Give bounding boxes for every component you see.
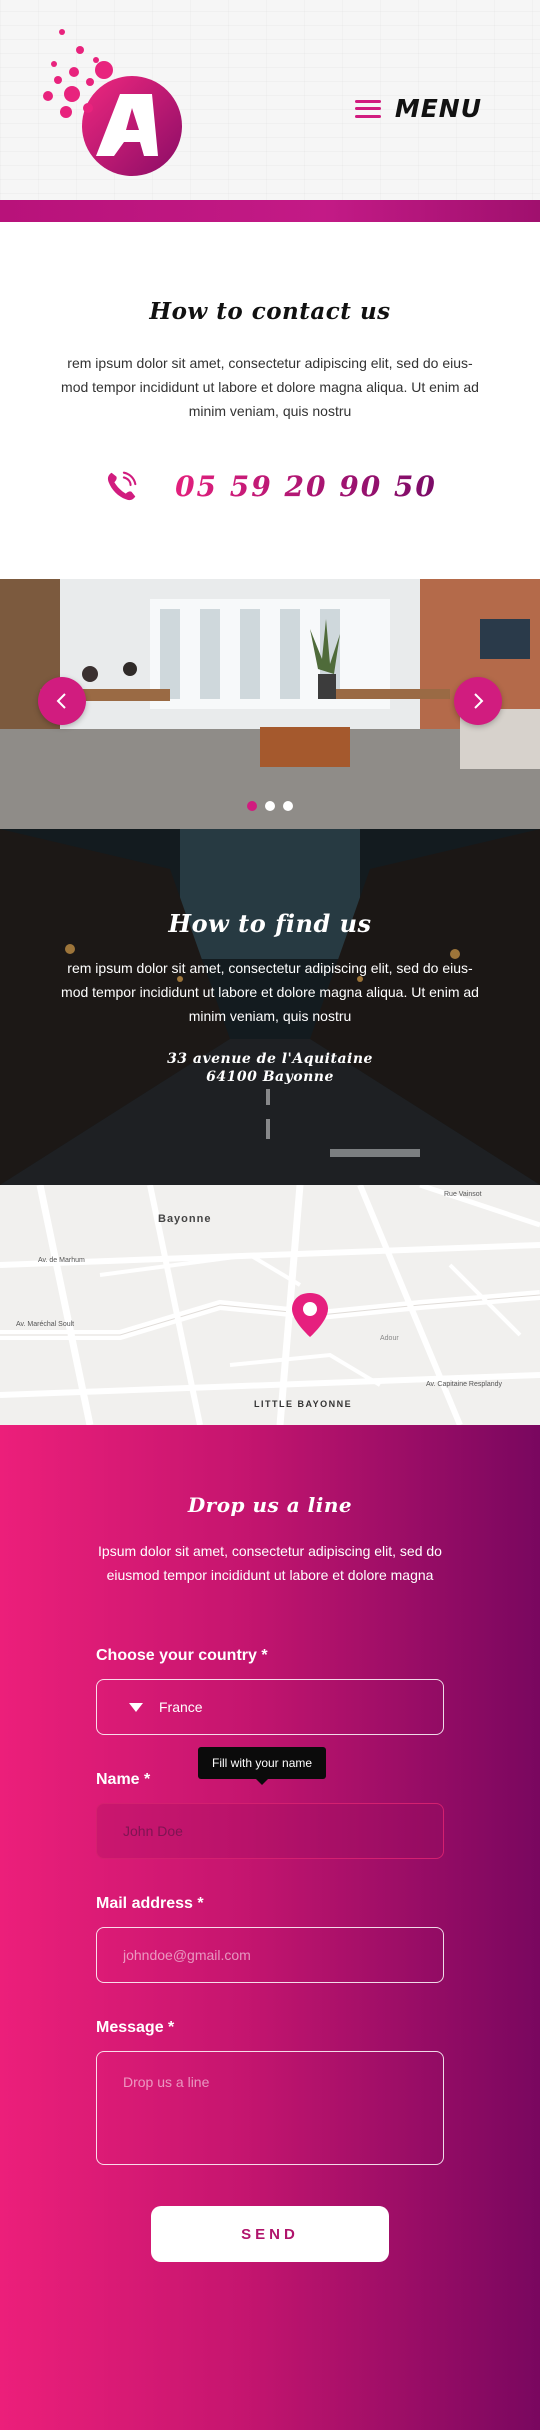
brand-logo[interactable] <box>40 24 190 186</box>
country-label: Choose your country * <box>96 1647 268 1664</box>
carousel-prev-button[interactable] <box>38 677 86 725</box>
name-tooltip: Fill with your name <box>198 1747 327 1785</box>
country-select[interactable]: France <box>96 1679 444 1735</box>
mail-label: Mail address * <box>96 1895 204 1912</box>
map-label-district: LITTLE BAYONNE <box>254 1399 353 1409</box>
message-label: Message * <box>96 2019 175 2036</box>
map-label-street5: Adour <box>380 1335 399 1342</box>
contact-form: Choose your country * France Name * Fill… <box>96 1647 444 2262</box>
contact-section: How to contact us rem ipsum dolor sit am… <box>0 222 540 579</box>
office-carousel[interactable] <box>0 579 540 829</box>
phone-icon <box>108 471 137 501</box>
map-canvas <box>0 1185 540 1425</box>
carousel-dot[interactable] <box>265 801 275 811</box>
menu-button[interactable]: MENU <box>354 94 482 123</box>
email-input[interactable] <box>96 1927 444 1983</box>
message-textarea[interactable] <box>96 2051 444 2165</box>
caret-down-icon <box>129 1702 143 1712</box>
carousel-dot[interactable] <box>283 801 293 811</box>
site-header: MENU <box>0 0 540 222</box>
name-field: Name * Fill with your name <box>96 1747 444 1859</box>
phone-row[interactable]: 05 59 20 90 50 <box>0 467 540 505</box>
send-button[interactable]: SEND <box>151 2206 389 2262</box>
contact-title: How to contact us <box>149 298 391 325</box>
message-field: Message * <box>96 2019 444 2170</box>
contact-text: rem ipsum dolor sit amet, consectetur ad… <box>61 355 479 419</box>
country-value: France <box>159 1699 203 1715</box>
form-text: Ipsum dolor sit amet, consectetur adipis… <box>98 1543 442 1583</box>
country-field: Choose your country * France <box>96 1647 444 1735</box>
name-input[interactable] <box>96 1803 444 1859</box>
chevron-right-icon <box>474 693 484 709</box>
map-label-city: Bayonne <box>158 1213 212 1225</box>
carousel-next-button[interactable] <box>454 677 502 725</box>
drop-us-a-line-section: Drop us a line Ipsum dolor sit amet, con… <box>0 1425 540 2430</box>
mail-field: Mail address * <box>96 1895 444 1983</box>
phone-number[interactable]: 05 59 20 90 50 <box>175 470 437 503</box>
address-city: 64100 Bayonne <box>206 1069 334 1085</box>
find-us-content: How to find us rem ipsum dolor sit amet,… <box>0 829 540 1086</box>
chevron-left-icon <box>56 693 66 709</box>
find-us-section: How to find us rem ipsum dolor sit amet,… <box>0 829 540 1185</box>
map-label-street3: Rue Vainsot <box>444 1191 482 1198</box>
menu-label: MENU <box>394 94 482 123</box>
address-street: 33 avenue de l'Aquitaine <box>167 1051 373 1067</box>
contact-page: MENU How to contact us rem ipsum dolor s… <box>0 0 540 2430</box>
find-us-title: How to find us <box>168 909 372 938</box>
header-accent-bar <box>0 200 540 222</box>
carousel-dots <box>0 801 540 811</box>
address: 33 avenue de l'Aquitaine 64100 Bayonne <box>0 1050 540 1086</box>
location-map[interactable]: Bayonne LITTLE BAYONNE Av. de Marhum Av.… <box>0 1185 540 1425</box>
map-label-street4: Av. Capitaine Resplandy <box>426 1381 503 1388</box>
hamburger-icon <box>354 99 381 118</box>
map-label-street2: Av. Maréchal Soult <box>16 1321 75 1328</box>
map-label-street1: Av. de Marhum <box>38 1257 85 1264</box>
carousel-dot[interactable] <box>247 801 257 811</box>
find-us-text: rem ipsum dolor sit amet, consectetur ad… <box>61 960 479 1024</box>
form-title: Drop us a line <box>187 1493 353 1517</box>
